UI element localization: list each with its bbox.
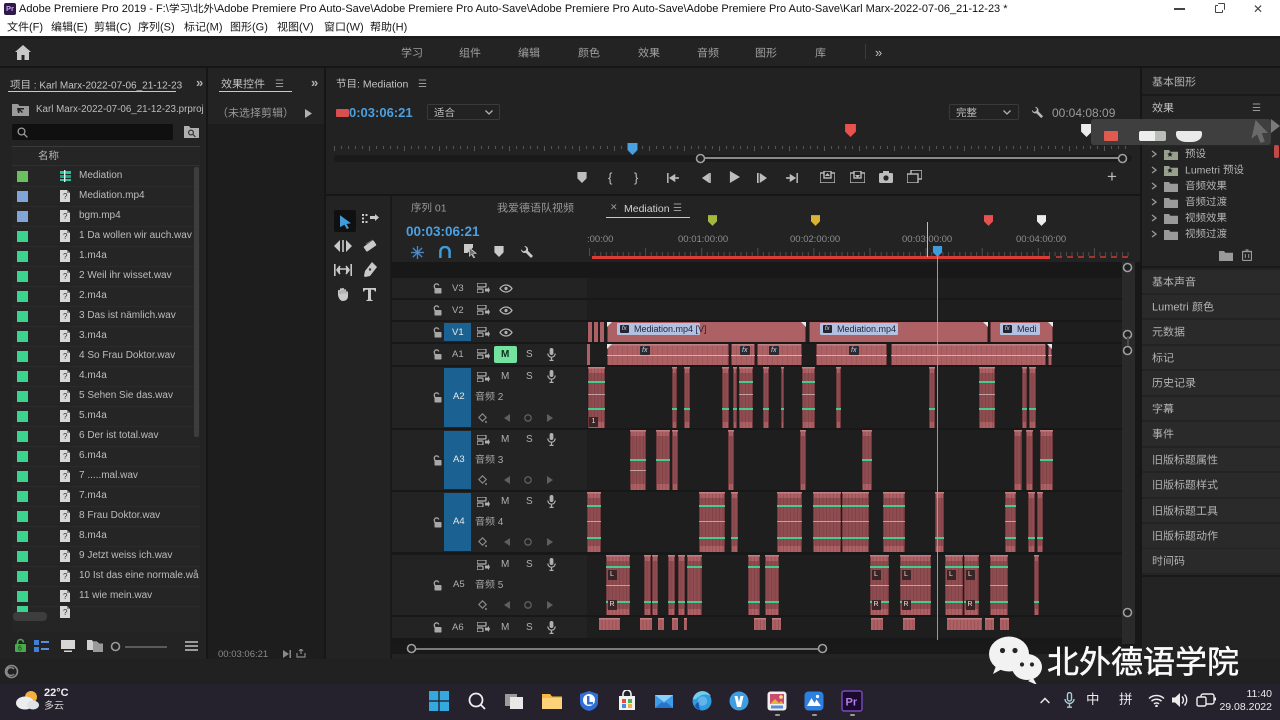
svg-text:?: ? xyxy=(63,532,68,541)
svg-text:?: ? xyxy=(63,592,68,601)
svg-text:?: ? xyxy=(63,552,68,561)
svg-text:?: ? xyxy=(63,292,68,301)
svg-text:Pr: Pr xyxy=(846,697,858,709)
svg-text:?: ? xyxy=(63,472,68,481)
svg-text:6: 6 xyxy=(18,646,22,653)
svg-text:?: ? xyxy=(63,452,68,461)
svg-text:?: ? xyxy=(63,332,68,341)
svg-text:?: ? xyxy=(63,608,68,617)
svg-text:?: ? xyxy=(63,572,68,581)
svg-text:?: ? xyxy=(63,212,68,221)
svg-text:?: ? xyxy=(63,232,68,241)
svg-text:?: ? xyxy=(63,512,68,521)
svg-text:?: ? xyxy=(63,412,68,421)
svg-text:?: ? xyxy=(63,492,68,501)
svg-text:?: ? xyxy=(63,392,68,401)
svg-text:?: ? xyxy=(63,252,68,261)
svg-text:?: ? xyxy=(63,312,68,321)
svg-text:?: ? xyxy=(63,372,68,381)
svg-text:?: ? xyxy=(63,432,68,441)
svg-text:?: ? xyxy=(63,192,68,201)
svg-text:?: ? xyxy=(63,272,68,281)
svg-text:?: ? xyxy=(63,352,68,361)
